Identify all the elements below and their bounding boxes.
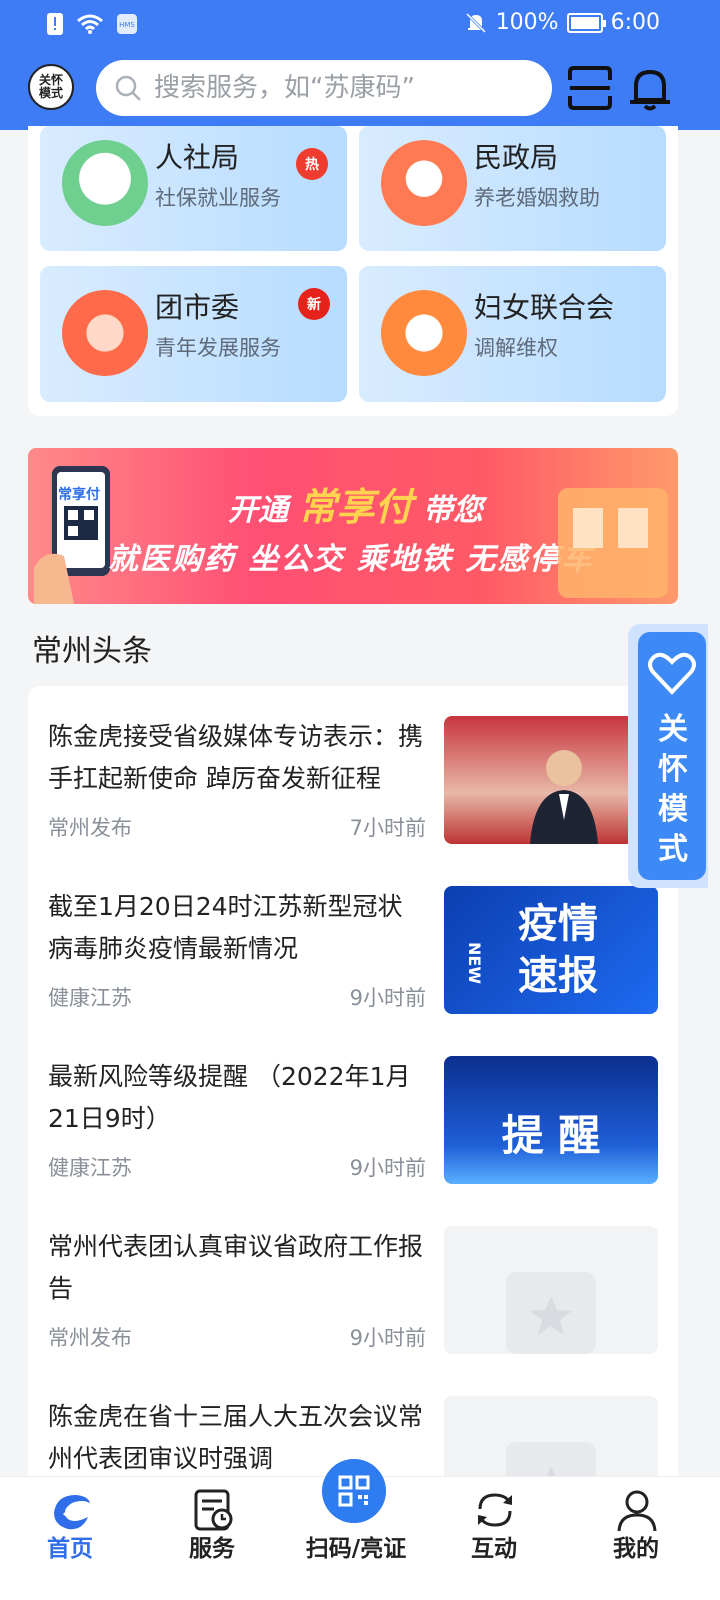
person-photo-icon [530, 750, 598, 844]
news-source: 健康江苏 [48, 1156, 132, 1180]
tab-label: 首页 [47, 1536, 93, 1562]
user-icon [617, 1490, 657, 1532]
news-thumbnail [444, 716, 658, 844]
sim-alert-icon [47, 13, 63, 35]
service-subtitle: 青年发展服务 [155, 336, 281, 360]
service-subtitle: 调解维权 [474, 336, 558, 360]
phone-illustration-icon [34, 466, 110, 604]
news-thumbnail-placeholder [444, 1226, 658, 1354]
image-placeholder-icon [506, 1272, 596, 1354]
tab-label: 扫码/亮证 [305, 1536, 407, 1562]
thumbnail-tag: NEW [465, 942, 484, 984]
status-bar: HMS 100% 6:00 [0, 0, 720, 48]
renshe-logo-icon [62, 140, 148, 226]
qr-scan-icon [322, 1459, 386, 1523]
news-source: 健康江苏 [48, 986, 132, 1010]
tab-home[interactable]: 首页 [10, 1477, 130, 1600]
news-title: 陈金虎接受省级媒体专访表示：携手扛起新使命 踔厉奋发新征程 [48, 722, 424, 793]
service-subtitle: 养老婚姻救助 [474, 186, 600, 210]
service-card-fulian[interactable]: 妇女联合会 调解维权 [359, 266, 666, 402]
status-time: 6:00 [610, 10, 660, 35]
heart-icon [648, 652, 696, 695]
care-mode-float-label: 关怀模式 [658, 712, 688, 867]
service-panel: 人社局 社保就业服务 热 民政局 养老婚姻救助 团市委 青年发展服务 新 妇女联… [28, 126, 678, 416]
thumbnail-text: 疫情速报 [518, 901, 598, 999]
news-title: 最新风险等级提醒 （2022年1月21日9时） [48, 1062, 411, 1133]
promo-banner[interactable]: 常享付 开通 常享付 带您 就医购药 坐公交 乘地铁 无感停车 [28, 448, 678, 604]
bottom-navigation: 首页 服务 扫码/亮证 互动 我的 [0, 1459, 720, 1600]
news-source: 常州发布 [48, 1326, 132, 1350]
news-item[interactable]: 常州代表团认真审议省政府工作报告 常州发布 9小时前 [48, 1226, 658, 1376]
home-logo-icon [54, 1495, 90, 1530]
news-time: 9小时前 [349, 1156, 426, 1180]
status-left-icons: HMS [46, 12, 138, 36]
fulian-logo-icon [381, 290, 467, 376]
care-mode-badge-label: 关怀模式 [38, 73, 63, 100]
tab-label: 互动 [471, 1536, 517, 1562]
battery-icon [566, 12, 606, 33]
wifi-icon [77, 14, 103, 34]
refresh-icon [478, 1493, 512, 1527]
battery-percent: 100% [495, 10, 559, 35]
care-mode-badge[interactable]: 关怀模式 [28, 64, 74, 110]
service-title: 人社局 [155, 141, 240, 174]
scan-icon[interactable] [566, 64, 614, 112]
search-bar[interactable] [96, 60, 552, 116]
service-title: 民政局 [474, 141, 559, 174]
minzheng-logo-icon [381, 140, 467, 226]
news-source: 常州发布 [48, 816, 132, 840]
tab-profile[interactable]: 我的 [576, 1477, 696, 1600]
news-item[interactable]: 陈金虎接受省级媒体专访表示：携手扛起新使命 踔厉奋发新征程 常州发布 7小时前 [48, 716, 658, 866]
service-subtitle: 社保就业服务 [155, 186, 281, 210]
banner-line1: 开通 常享付 带您 [228, 485, 483, 529]
news-time: 9小时前 [349, 986, 426, 1010]
phone-label: 常享付 [58, 487, 100, 503]
news-thumbnail: 提 醒 [444, 1056, 658, 1184]
hms-icon: HMS [117, 14, 137, 34]
notification-bell-icon[interactable] [626, 64, 674, 112]
care-mode-float-button[interactable]: 关怀模式 [628, 624, 708, 888]
tuanshiwei-logo-icon [62, 290, 148, 376]
bus-illustration-icon [558, 488, 668, 598]
tab-label: 我的 [613, 1536, 659, 1562]
status-right: 100% 6:00 [464, 10, 660, 35]
tab-services[interactable]: 服务 [152, 1477, 272, 1600]
service-title: 妇女联合会 [474, 291, 615, 324]
news-item[interactable]: 最新风险等级提醒 （2022年1月21日9时） 健康江苏 9小时前 提 醒 [48, 1056, 658, 1206]
section-title-headlines: 常州头条 [32, 634, 152, 669]
news-item[interactable]: 截至1月20日24时江苏新型冠状病毒肺炎疫情最新情况 健康江苏 9小时前 NEW… [48, 886, 658, 1036]
news-title: 常州代表团认真审议省政府工作报告 [48, 1232, 424, 1303]
news-time: 7小时前 [349, 816, 426, 840]
service-card-minzheng[interactable]: 民政局 养老婚姻救助 [359, 126, 666, 251]
service-card-tuanshiwei[interactable]: 团市委 青年发展服务 新 [40, 266, 347, 402]
news-title: 截至1月20日24时江苏新型冠状病毒肺炎疫情最新情况 [48, 892, 403, 963]
service-title: 团市委 [155, 291, 240, 324]
tab-label: 服务 [189, 1536, 235, 1562]
news-thumbnail-placeholder [444, 1396, 658, 1476]
news-time: 9小时前 [349, 1326, 426, 1350]
svg-text:HMS: HMS [119, 21, 135, 29]
new-badge: 新 [298, 288, 330, 320]
services-doc-icon [194, 1489, 233, 1531]
top-header: HMS 100% 6:00 关怀模式 [0, 0, 720, 130]
image-placeholder-icon [506, 1442, 596, 1476]
care-mode-float-inner: 关怀模式 [638, 632, 706, 880]
news-thumbnail: NEW 疫情速报 [444, 886, 658, 1014]
banner-line2: 就医购药 坐公交 乘地铁 无感停车 [108, 542, 594, 577]
hot-badge: 热 [296, 148, 328, 180]
service-card-renshe[interactable]: 人社局 社保就业服务 热 [40, 126, 347, 251]
thumbnail-text: 提 醒 [501, 1111, 601, 1160]
search-icon [115, 75, 141, 101]
mute-bell-icon [465, 12, 486, 33]
search-input[interactable] [154, 73, 534, 103]
tab-scan[interactable]: 扫码/亮证 [296, 1459, 416, 1600]
tab-interact[interactable]: 互动 [434, 1477, 554, 1600]
